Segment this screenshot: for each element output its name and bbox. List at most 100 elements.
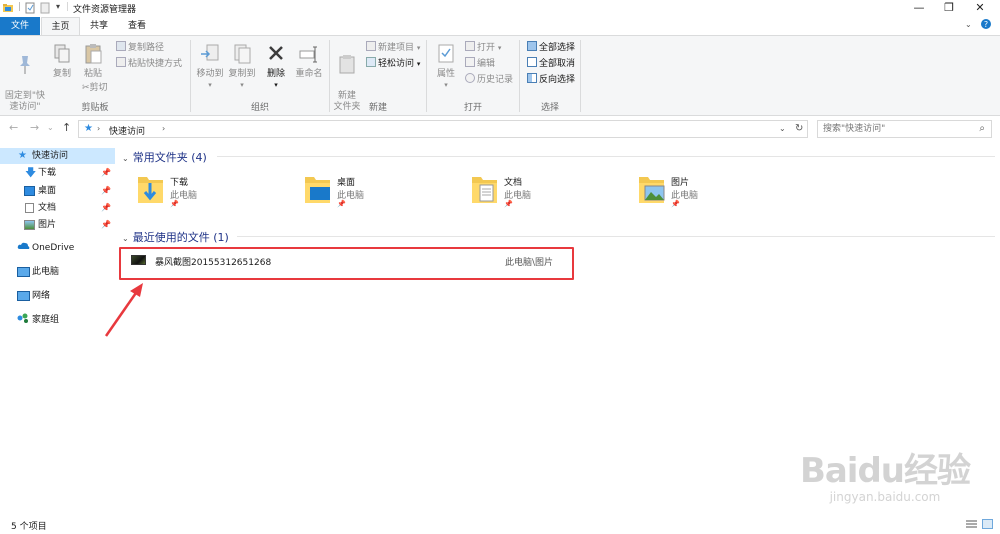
folder-tile-desktop[interactable]: 桌面 此电脑 📌 <box>302 173 462 213</box>
pictures-icon <box>24 220 35 230</box>
maximize-button[interactable]: ❐ <box>934 0 964 17</box>
move-to-label: 移动到 <box>196 69 224 79</box>
properties-button[interactable]: 属性 ▾ <box>433 42 459 91</box>
nav-label: 此电脑 <box>32 267 60 277</box>
breadcrumb-separator-icon[interactable]: › <box>162 124 165 133</box>
pin-icon: 📌 <box>101 186 111 195</box>
recent-locations-chevron-icon[interactable]: ⌄ <box>47 123 54 132</box>
quick-access-star-icon: ★ <box>84 123 93 134</box>
breadcrumb-quick-access[interactable]: 快速访问 <box>109 124 145 137</box>
folder-tile-documents[interactable]: 文档 此电脑 📌 <box>469 173 629 213</box>
nav-label: 快速访问 <box>32 151 69 161</box>
invert-selection-button[interactable]: 反向选择 <box>527 73 575 87</box>
pin-icon: 📌 <box>671 200 680 208</box>
nav-item-homegroup[interactable]: 家庭组 <box>0 312 115 328</box>
tab-share[interactable]: 共享 <box>81 17 117 35</box>
large-icons-view-icon[interactable] <box>982 519 993 529</box>
copy-path-button[interactable]: 复制路径 <box>116 41 164 55</box>
dropdown-arrow-icon: ▾ <box>274 81 278 89</box>
documents-folder-icon <box>472 177 497 203</box>
frequent-folders-header[interactable]: ⌄ 常用文件夹 (4) <box>122 149 207 165</box>
new-group-label: 新建 <box>368 103 387 113</box>
folder-name: 桌面 <box>337 178 356 188</box>
address-dropdown-icon[interactable]: ⌄ <box>779 124 786 133</box>
explorer-app-icon[interactable] <box>2 2 14 17</box>
history-icon <box>465 73 475 83</box>
tab-file[interactable]: 文件 <box>0 17 40 35</box>
refresh-icon[interactable]: ↻ <box>795 123 803 134</box>
onedrive-cloud-icon <box>17 241 30 251</box>
open-label: 打开 <box>477 43 496 53</box>
organize-group-label: 组织 <box>250 103 269 113</box>
nav-item-quick-access[interactable]: ★ 快速访问 <box>0 148 115 164</box>
pin-icon: 📌 <box>101 220 111 229</box>
breadcrumb-separator-icon[interactable]: › <box>97 124 100 133</box>
recent-files-header[interactable]: ⌄ 最近使用的文件 (1) <box>122 229 229 245</box>
cut-button[interactable]: ✂剪切 <box>82 82 108 95</box>
folder-tile-downloads[interactable]: 下载 此电脑 📌 <box>135 173 295 213</box>
customize-toolbar-icon[interactable]: ▾ <box>56 2 60 11</box>
copy-to-label: 复制到 <box>228 69 256 79</box>
paste-shortcut-button[interactable]: 粘贴快捷方式 <box>116 57 182 71</box>
paste-button[interactable]: 粘贴 <box>78 42 108 80</box>
back-arrow-icon[interactable]: ← <box>9 121 18 134</box>
copy-button[interactable]: 复制 <box>49 42 75 80</box>
delete-button[interactable]: 删除 ▾ <box>263 42 289 91</box>
edit-button[interactable]: 编辑 <box>465 57 495 71</box>
up-arrow-icon[interactable]: ↑ <box>62 121 71 134</box>
dropdown-arrow-icon: ▾ <box>208 81 212 89</box>
history-button[interactable]: 历史记录 <box>465 73 513 87</box>
select-all-button[interactable]: 全部选择 <box>527 41 575 55</box>
computer-icon <box>17 267 30 277</box>
separator: | <box>18 2 22 12</box>
properties-quick-icon[interactable] <box>25 2 36 17</box>
collapse-chevron-icon[interactable]: ⌄ <box>122 234 129 243</box>
open-button[interactable]: 打开 ▾ <box>465 41 501 55</box>
tab-view[interactable]: 查看 <box>118 17 156 35</box>
close-button[interactable]: ✕ <box>965 0 995 17</box>
easy-access-icon <box>366 57 376 67</box>
search-icon[interactable]: ⌕ <box>979 123 985 134</box>
nav-label: 图片 <box>38 220 57 230</box>
ribbon: 固定到"快 速访问" 复制 粘贴 复制路径 粘贴快捷方式 ✂剪切 剪贴板 移动到… <box>0 35 1000 116</box>
nav-item-this-pc[interactable]: 此电脑 <box>0 264 115 280</box>
easy-access-label: 轻松访问 <box>378 59 415 69</box>
minimize-button[interactable]: — <box>904 0 934 17</box>
rename-button[interactable]: 重命名 <box>292 42 326 80</box>
help-icon[interactable]: ? <box>980 18 992 33</box>
folder-tile-pictures[interactable]: 图片 此电脑 📌 <box>636 173 796 213</box>
forward-arrow-icon[interactable]: → <box>30 121 39 134</box>
nav-item-pictures[interactable]: 图片 📌 <box>0 217 115 233</box>
search-box[interactable]: ⌕ <box>817 120 992 138</box>
new-item-button[interactable]: 新建项目 ▾ <box>366 41 420 55</box>
section-divider <box>237 236 995 237</box>
dropdown-arrow-icon: ▾ <box>240 81 244 89</box>
address-box[interactable]: ★ › 快速访问 › ⌄ ↻ <box>78 120 808 138</box>
new-folder-quick-icon[interactable] <box>40 2 51 17</box>
expand-ribbon-icon[interactable]: ⌄ <box>965 20 972 29</box>
new-folder-icon <box>339 55 355 74</box>
ribbon-tabs: 文件 主页 共享 查看 ⌄ ? <box>0 17 1000 35</box>
nav-item-downloads[interactable]: 🡇 下载 📌 <box>0 165 115 181</box>
baidu-watermark: Baidu经验 jingyan.baidu.com <box>800 443 971 504</box>
details-view-icon[interactable] <box>966 519 977 529</box>
group-divider <box>580 40 581 112</box>
search-input[interactable] <box>818 121 968 137</box>
easy-access-button[interactable]: 轻松访问 ▾ <box>366 57 420 71</box>
nav-item-onedrive[interactable]: OneDrive <box>0 240 115 256</box>
move-to-button[interactable]: 移动到 ▾ <box>194 42 226 91</box>
pin-icon: 📌 <box>170 200 179 208</box>
copy-to-button[interactable]: 复制到 ▾ <box>226 42 258 91</box>
clipboard-group-label: 剪贴板 <box>81 103 109 113</box>
nav-label: 下载 <box>38 168 57 178</box>
nav-item-desktop[interactable]: 桌面 📌 <box>0 183 115 199</box>
nav-item-network[interactable]: 网络 <box>0 288 115 304</box>
paste-icon <box>85 44 102 64</box>
paste-label: 粘贴 <box>83 69 102 79</box>
desktop-icon <box>24 186 35 196</box>
nav-item-documents[interactable]: 文档 📌 <box>0 200 115 216</box>
tab-home[interactable]: 主页 <box>41 17 80 35</box>
select-none-button[interactable]: 全部取消 <box>527 57 575 71</box>
collapse-chevron-icon[interactable]: ⌄ <box>122 154 129 163</box>
rename-icon <box>299 46 317 63</box>
